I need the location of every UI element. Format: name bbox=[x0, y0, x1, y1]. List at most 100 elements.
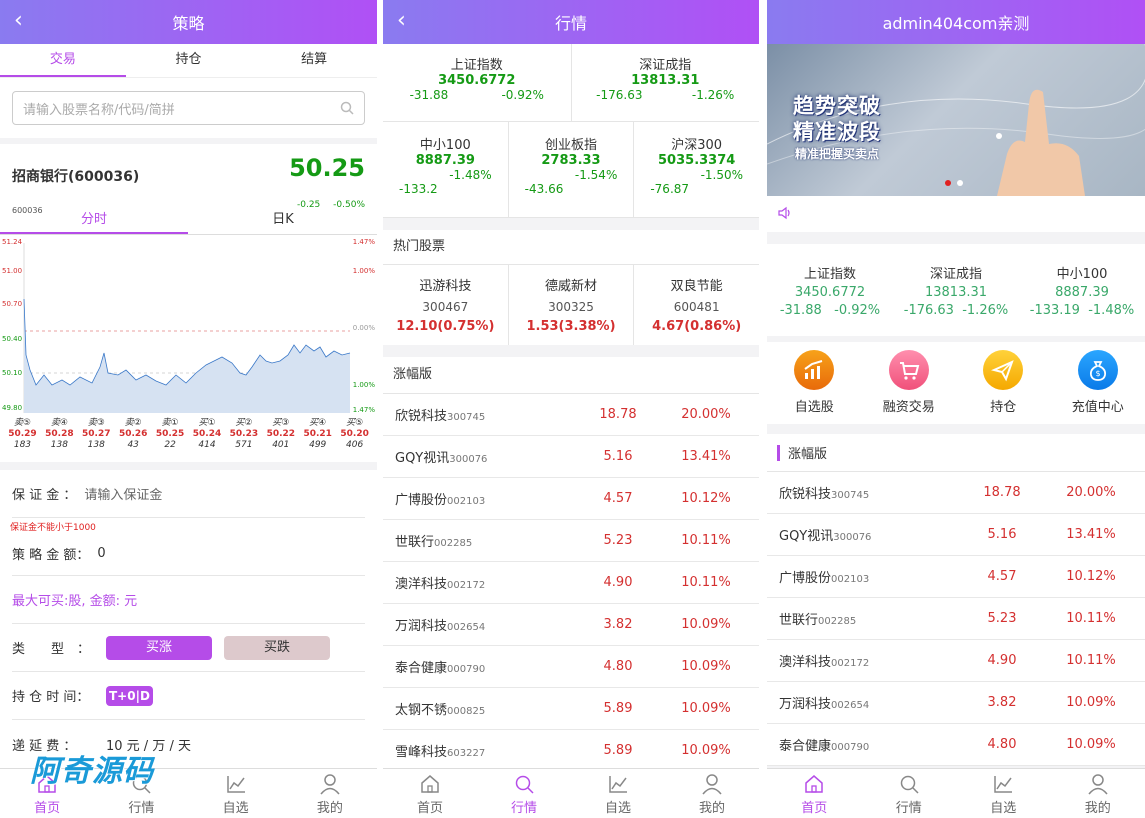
nav-market[interactable]: 行情 bbox=[862, 769, 957, 818]
buy-up-button[interactable]: 买涨 bbox=[106, 635, 212, 660]
stock-header: 招商银行(600036) 50.25 -0.25 -0.50% 600036 分… bbox=[0, 144, 377, 234]
axis-left-4: 50.10 bbox=[2, 369, 23, 377]
buy-down-button[interactable]: 买跌 bbox=[224, 635, 330, 660]
chart-icon bbox=[994, 776, 1013, 793]
nav-home[interactable]: 首页 bbox=[767, 769, 862, 818]
nav-watchlist[interactable]: 自选 bbox=[956, 769, 1051, 818]
axis-left-3: 50.40 bbox=[2, 335, 23, 343]
index-card[interactable]: 深证成指 13813.31 -176.63 -1.26% bbox=[572, 44, 760, 121]
section-marker bbox=[777, 444, 780, 461]
list-item[interactable]: 欣锐科技300745 18.78 20.00% bbox=[767, 472, 1145, 514]
index-card[interactable]: 沪深300 5035.3374 -1.50% -76.87 bbox=[634, 122, 759, 217]
nav-mine[interactable]: 我的 bbox=[283, 769, 377, 818]
margin-label: 保 证 金 ： bbox=[12, 488, 77, 503]
list-item[interactable]: 雪峰科技603227 5.89 10.09% bbox=[383, 730, 759, 772]
index-row-top: 上证指数 3450.6772 -31.88 -0.92% 深证成指 13813.3… bbox=[383, 44, 759, 122]
order-level: 卖① 50.25 22 bbox=[155, 418, 185, 450]
list-item[interactable]: 泰合健康000790 4.80 10.09% bbox=[383, 646, 759, 688]
list-item[interactable]: 广博股份002103 4.57 10.12% bbox=[383, 478, 759, 520]
home-icon bbox=[421, 775, 439, 793]
index-summary: 上证指数 3450.6772 -31.88 -0.92% 深证成指 13813.… bbox=[767, 244, 1145, 336]
search-input[interactable]: 请输入股票名称/代码/简拼 bbox=[12, 91, 365, 125]
margin-input[interactable]: 请输入保证金 bbox=[84, 484, 162, 503]
nav-market[interactable]: 行情 bbox=[477, 769, 571, 818]
order-level: 买③ 50.22 401 bbox=[266, 418, 296, 450]
menu-position[interactable]: 持仓 bbox=[956, 350, 1051, 424]
list-item[interactable]: 澳洋科技002172 4.90 10.11% bbox=[383, 562, 759, 604]
nav-watchlist[interactable]: 自选 bbox=[189, 769, 283, 818]
axis-right-1: 1.00% bbox=[352, 267, 375, 275]
carousel-dot[interactable] bbox=[957, 180, 963, 186]
index-row-mid: 中小100 8887.39 -1.48% -133.2 创业板指 2783.33… bbox=[383, 122, 759, 218]
notice-bar bbox=[767, 196, 1145, 232]
axis-right-3: 1.00% bbox=[352, 381, 375, 389]
nav-mine[interactable]: 我的 bbox=[1051, 769, 1145, 818]
header: ‹ 策略 bbox=[0, 0, 377, 44]
list-item[interactable]: 泰合健康000790 4.80 10.09% bbox=[767, 724, 1145, 766]
back-icon[interactable]: ‹ bbox=[397, 8, 406, 33]
hot-stock-card[interactable]: 德威新材 300325 1.53(3.38%) bbox=[509, 265, 635, 345]
tab-settlement[interactable]: 结算 bbox=[251, 44, 377, 77]
axis-left-1: 51.00 bbox=[2, 267, 23, 275]
hot-stock-card[interactable]: 迅游科技 300467 12.10(0.75%) bbox=[383, 265, 509, 345]
tab-position[interactable]: 持仓 bbox=[126, 44, 252, 77]
banner-line3: 精准把握买卖点 bbox=[795, 147, 880, 161]
axis-right-2: 0.00% bbox=[352, 324, 375, 332]
list-item[interactable]: 广博股份002103 4.57 10.12% bbox=[767, 556, 1145, 598]
tab-daily-k[interactable]: 日K bbox=[188, 208, 377, 227]
user-icon bbox=[320, 774, 340, 795]
hold-value-badge[interactable]: T+0|D bbox=[106, 685, 153, 706]
header: ‹ 行情 bbox=[383, 0, 759, 44]
list-item[interactable]: 世联行002285 5.23 10.11% bbox=[383, 520, 759, 562]
index-card[interactable]: 深证成指 13813.31 -176.63 -1.26% bbox=[893, 266, 1019, 336]
bottom-nav: 首页 行情 自选 我的 bbox=[767, 768, 1145, 818]
index-card[interactable]: 上证指数 3450.6772 -31.88 -0.92% bbox=[767, 266, 893, 336]
paper-plane-icon bbox=[991, 360, 1014, 382]
nav-watchlist[interactable]: 自选 bbox=[571, 769, 665, 818]
chart-icon bbox=[226, 776, 245, 793]
axis-right-4: 1.47% bbox=[352, 406, 375, 414]
list-item[interactable]: 世联行002285 5.23 10.11% bbox=[767, 598, 1145, 640]
order-level: 卖③ 50.27 138 bbox=[82, 418, 111, 450]
amount-value: 0 bbox=[97, 546, 106, 561]
stock-price: 50.25 bbox=[289, 154, 365, 182]
strategy-tabs: 交易 持仓 结算 bbox=[0, 44, 377, 78]
header: admin404com亲测 bbox=[767, 0, 1145, 44]
cart-icon bbox=[899, 362, 920, 380]
tab-trade[interactable]: 交易 bbox=[0, 44, 126, 77]
nav-home[interactable]: 首页 bbox=[383, 769, 477, 818]
order-level: 买② 50.23 571 bbox=[229, 418, 259, 450]
market-panel: ‹ 行情 上证指数 3450.6772 -31.88 -0.92% 深证成指 13… bbox=[383, 0, 759, 818]
index-card[interactable]: 创业板指 2783.33 -1.54% -43.66 bbox=[509, 122, 635, 217]
list-item[interactable]: 欣锐科技300745 18.78 20.00% bbox=[383, 394, 759, 436]
home-icon bbox=[805, 775, 823, 793]
hot-stock-card[interactable]: 双良节能 600481 4.67(0.86%) bbox=[634, 265, 759, 345]
axis-right-0: 1.47% bbox=[352, 238, 375, 246]
carousel-dot-active[interactable] bbox=[945, 180, 951, 186]
menu-recharge[interactable]: $ 充值中心 bbox=[1051, 350, 1145, 424]
speaker-icon bbox=[778, 206, 790, 220]
quick-menu: 自选股 融资交易 持仓 $ 充值中心 bbox=[767, 342, 1145, 424]
gainers-list: 欣锐科技300745 18.78 20.00% GQY视讯300076 5.16 13.4… bbox=[383, 394, 759, 772]
list-item[interactable]: 太钢不锈000825 5.89 10.09% bbox=[383, 688, 759, 730]
banner-line2: 精准波段 bbox=[793, 120, 881, 144]
list-item[interactable]: GQY视讯300076 5.16 13.41% bbox=[383, 436, 759, 478]
back-icon[interactable]: ‹ bbox=[14, 8, 23, 33]
promo-banner[interactable]: 趋势突破 精准波段 精准把握买卖点 bbox=[767, 44, 1145, 196]
gainers-header: 涨幅版 bbox=[767, 434, 1145, 472]
list-item[interactable]: 澳洋科技002172 4.90 10.11% bbox=[767, 640, 1145, 682]
order-level: 买① 50.24 414 bbox=[192, 418, 222, 450]
index-card[interactable]: 中小100 8887.39 -1.48% -133.2 bbox=[383, 122, 509, 217]
list-item[interactable]: 万润科技002654 3.82 10.09% bbox=[383, 604, 759, 646]
menu-watchlist[interactable]: 自选股 bbox=[767, 350, 862, 424]
hot-stocks-title: 热门股票 bbox=[383, 230, 759, 265]
list-item[interactable]: 万润科技002654 3.82 10.09% bbox=[767, 682, 1145, 724]
nav-mine[interactable]: 我的 bbox=[665, 769, 759, 818]
gainers-list: 欣锐科技300745 18.78 20.00% GQY视讯300076 5.16 13.4… bbox=[767, 472, 1145, 766]
index-card[interactable]: 中小100 8887.39 -133.19 -1.48% bbox=[1019, 266, 1145, 336]
bottom-nav: 首页 行情 自选 我的 bbox=[383, 768, 759, 818]
menu-margin-trading[interactable]: 融资交易 bbox=[862, 350, 957, 424]
index-card[interactable]: 上证指数 3450.6772 -31.88 -0.92% bbox=[383, 44, 572, 121]
list-item[interactable]: GQY视讯300076 5.16 13.41% bbox=[767, 514, 1145, 556]
tab-intraday[interactable]: 分时 bbox=[0, 208, 188, 234]
